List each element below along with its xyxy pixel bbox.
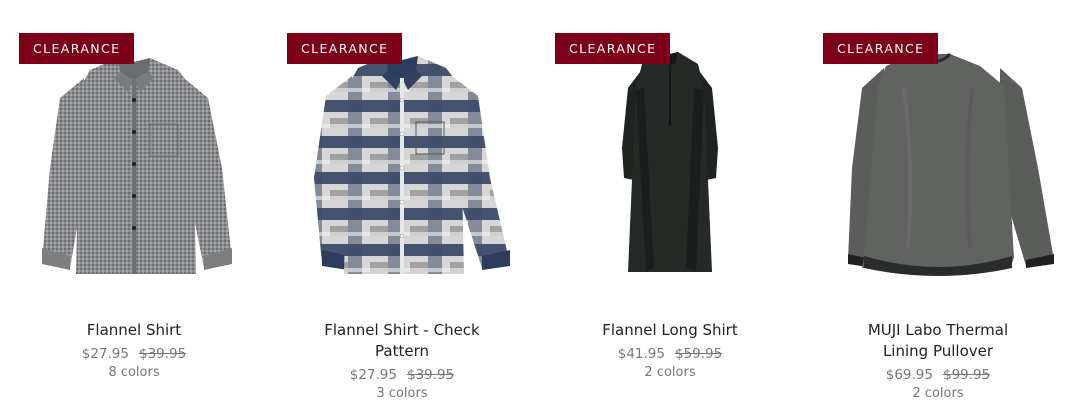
- product-card[interactable]: CLEARANCE: [268, 0, 536, 414]
- product-image[interactable]: [268, 28, 536, 288]
- original-price: $39.95: [139, 346, 187, 362]
- color-count: 2 colors: [912, 386, 964, 401]
- price-row: $27.95 $39.95: [0, 344, 268, 364]
- color-count: 3 colors: [376, 386, 428, 401]
- product-name[interactable]: MUJI Labo Thermal Lining Pullover: [804, 320, 1072, 362]
- clearance-badge: CLEARANCE: [823, 33, 939, 64]
- black-long-shirt-dress-image: [622, 52, 718, 272]
- clearance-badge: CLEARANCE: [287, 33, 403, 64]
- product-name[interactable]: Flannel Long Shirt: [536, 320, 804, 341]
- price-row: $41.95 $59.95: [536, 344, 804, 364]
- product-info: MUJI Labo Thermal Lining Pullover $69.95…: [804, 320, 1072, 403]
- original-price: $99.95: [943, 367, 991, 383]
- product-card[interactable]: CLEARANCE: [0, 0, 268, 414]
- price-row: $69.95 $99.95: [804, 365, 1072, 385]
- color-count: 8 colors: [108, 365, 160, 380]
- product-info: Flannel Long Shirt $41.95 $59.95 2 colors: [536, 320, 804, 382]
- product-card[interactable]: CLEARANCE MUJI Labo Thermal Lining Pullo…: [804, 0, 1072, 414]
- sale-price: $27.95: [349, 367, 397, 383]
- product-image[interactable]: [0, 28, 268, 288]
- price-row: $27.95 $39.95: [268, 365, 536, 385]
- clearance-badge: CLEARANCE: [19, 33, 135, 64]
- sale-price: $69.95: [885, 367, 933, 383]
- product-grid: CLEARANCE Flannel Shirt $27.95 $39.95 8 …: [0, 0, 1080, 414]
- sale-price: $27.95: [81, 346, 129, 362]
- original-price: $59.95: [675, 346, 723, 362]
- charcoal-pullover-image: [848, 52, 1054, 276]
- product-card[interactable]: CLEARANCE Flannel Long Shirt $41.95 $59.9…: [536, 0, 804, 414]
- product-info: Flannel Shirt - Check Pattern $27.95 $39.…: [268, 320, 536, 403]
- gray-flannel-shirt-image: [42, 58, 232, 274]
- navy-check-flannel-shirt-image: [314, 56, 510, 274]
- product-info: Flannel Shirt $27.95 $39.95 8 colors: [0, 320, 268, 382]
- original-price: $39.95: [407, 367, 455, 383]
- sale-price: $41.95: [617, 346, 665, 362]
- clearance-badge: CLEARANCE: [555, 33, 671, 64]
- product-name[interactable]: Flannel Shirt: [0, 320, 268, 341]
- product-image[interactable]: [536, 28, 804, 288]
- color-count: 2 colors: [644, 365, 696, 380]
- product-name[interactable]: Flannel Shirt - Check Pattern: [268, 320, 536, 362]
- product-image[interactable]: [804, 28, 1072, 288]
